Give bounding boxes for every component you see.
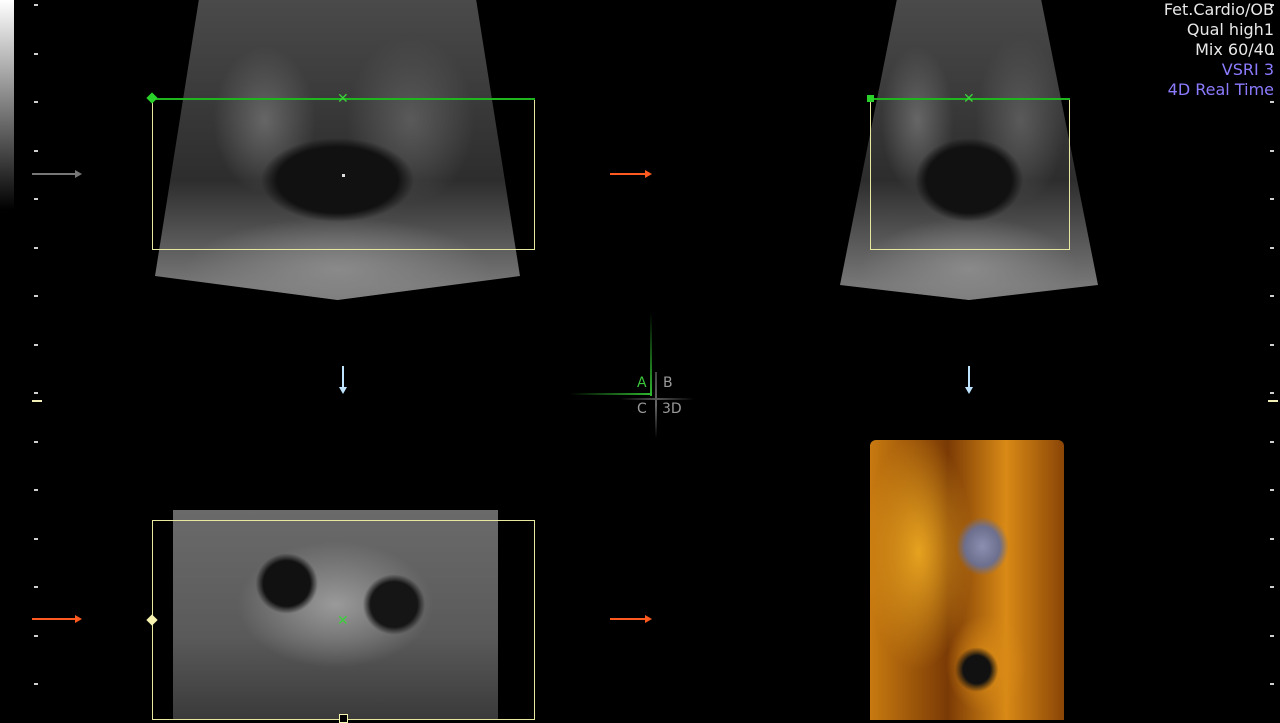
scale-tick bbox=[1270, 392, 1274, 394]
x-marker-icon: ✕ bbox=[963, 91, 975, 107]
scale-tick bbox=[34, 101, 38, 103]
plane-a-center-dot bbox=[342, 174, 345, 177]
scale-tick bbox=[34, 586, 38, 588]
scale-tick bbox=[1270, 295, 1274, 297]
quadrant-selector-hline-green bbox=[570, 393, 652, 395]
mix-label: Mix 60/40 bbox=[1195, 40, 1274, 59]
scale-tick bbox=[1270, 586, 1274, 588]
scale-center-tick bbox=[1268, 400, 1278, 402]
quadrant-selector-vline-green bbox=[650, 312, 652, 396]
scale-tick bbox=[34, 150, 38, 152]
arrow-down-icon bbox=[965, 366, 973, 394]
scale-tick bbox=[34, 247, 38, 249]
volume-render-3d[interactable] bbox=[870, 440, 1064, 720]
quadrant-a-button[interactable]: A bbox=[637, 375, 647, 391]
plane-b-roi-box[interactable] bbox=[870, 98, 1070, 250]
scale-tick bbox=[34, 53, 38, 55]
scale-tick bbox=[34, 441, 38, 443]
scale-tick bbox=[34, 295, 38, 297]
scale-tick bbox=[1270, 150, 1274, 152]
scale-tick bbox=[34, 344, 38, 346]
scale-tick bbox=[1270, 344, 1274, 346]
quadrant-b-button[interactable]: B bbox=[663, 375, 673, 391]
quadrant-selector-hline bbox=[620, 398, 694, 400]
scale-tick bbox=[34, 392, 38, 394]
scale-tick bbox=[1270, 489, 1274, 491]
arrow-right-icon bbox=[32, 170, 82, 178]
scale-tick bbox=[34, 683, 38, 685]
scale-tick bbox=[1270, 247, 1274, 249]
vsri-label: VSRI 3 bbox=[1221, 60, 1274, 79]
arrow-right-icon bbox=[32, 615, 82, 623]
scale-tick bbox=[1270, 635, 1274, 637]
x-marker-icon: ✕ bbox=[337, 91, 349, 107]
scale-tick bbox=[34, 4, 38, 6]
quadrant-3d-button[interactable]: 3D bbox=[662, 401, 682, 417]
scale-tick bbox=[1270, 101, 1274, 103]
arrow-right-icon bbox=[610, 170, 652, 178]
preset-label: Fet.Cardio/OB bbox=[1163, 0, 1274, 19]
scale-tick bbox=[1270, 683, 1274, 685]
scale-tick bbox=[1270, 198, 1274, 200]
grayscale-bar bbox=[0, 0, 14, 210]
quadrant-selector-vline bbox=[655, 372, 657, 438]
scale-tick bbox=[34, 198, 38, 200]
scale-tick bbox=[1270, 538, 1274, 540]
scale-tick bbox=[34, 635, 38, 637]
arrow-right-icon bbox=[610, 615, 652, 623]
plane-c-roi-bottom-handle[interactable] bbox=[339, 714, 348, 723]
mode-label: 4D Real Time bbox=[1167, 80, 1274, 99]
quality-label: Qual high1 bbox=[1186, 20, 1274, 39]
scale-tick bbox=[34, 538, 38, 540]
quadrant-c-button[interactable]: C bbox=[637, 401, 647, 417]
acquisition-info-panel: Fet.Cardio/OB Qual high1 Mix 60/40 VSRI … bbox=[1164, 0, 1274, 100]
x-marker-icon: ✕ bbox=[337, 613, 349, 629]
scale-center-tick bbox=[32, 400, 42, 402]
scale-tick bbox=[34, 489, 38, 491]
scale-tick bbox=[1270, 441, 1274, 443]
arrow-down-icon bbox=[339, 366, 347, 394]
plane-b-roi-handle[interactable] bbox=[867, 95, 874, 102]
